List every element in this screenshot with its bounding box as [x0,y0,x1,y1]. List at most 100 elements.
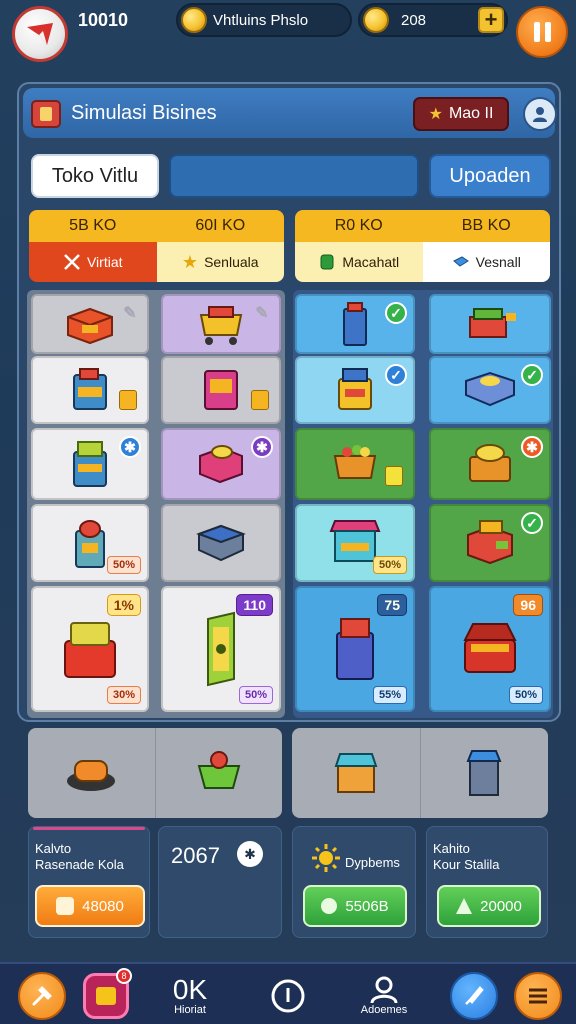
collect-button-1[interactable]: 48080 [35,885,145,927]
shop-item-kiosk[interactable]: 50% [31,504,149,582]
shelf-item-orange-button[interactable] [28,728,156,818]
check-icon: ✓ [385,364,407,386]
section-left-header: 5B KO 60I KO Virtiat ★ Senluala [29,210,284,282]
section-right-header: R0 KO BB KO Macahatl Vesnall [295,210,550,282]
stand-icon [73,441,107,487]
nav-item-history[interactable]: 0K Hioriat [164,970,216,1022]
awning-box-icon [334,753,378,793]
shop-item-stall[interactable]: ✓ [295,356,415,424]
mode-badge[interactable]: ★ Mao II [413,97,509,131]
filter-virtual[interactable]: Virtiat [29,242,157,282]
lock-icon: ✎ [255,305,269,322]
tab-upgrade[interactable]: Upoaden [429,154,551,198]
logo-button[interactable] [12,6,68,62]
shop-item-cashbox[interactable]: ✓ [429,504,551,582]
cashbox-icon [467,520,513,565]
brand-logo-icon [27,23,53,45]
stat-card-3-label: Dypbems [345,855,400,870]
stat-card-3: Dypbems 5506B [292,826,416,938]
cabinet-icon [73,368,107,410]
filter-vessel[interactable]: Vesnall [422,242,550,282]
section-left-price-1: 5B KO [69,217,117,234]
shop-item-box[interactable] [161,504,281,582]
corner-badge: 1% [106,594,141,616]
shop-item-treasure[interactable]: 96 50% [429,586,551,712]
currency-label: Vhtluins Phslo [213,11,309,29]
nav-item-info[interactable] [262,970,314,1022]
tree-icon [456,898,473,914]
shop-item-vending[interactable] [161,356,281,424]
currency-pill-1: Vhtluins Phslo [176,3,352,37]
shop-item-display[interactable]: ✓ [429,356,551,424]
box-icon [452,256,469,267]
collect-button-3-label: 5506B [345,897,389,915]
shop-item-blue-machine[interactable]: 75 55% [295,586,415,712]
info-icon [271,979,305,1013]
gear-icon[interactable]: ✱ [237,841,263,867]
upgrade-icon: ✱ [521,436,543,458]
tent-icon [469,444,511,482]
check-icon: ✓ [385,302,407,324]
section-left-price-2: 60I KO [195,217,246,234]
user-button[interactable] [523,97,557,131]
shelf-item-atm[interactable] [421,728,549,818]
discount-tag: 55% [372,686,407,704]
crossed-tools-icon [64,254,80,270]
shop-item-locker[interactable]: ✓ [295,294,415,354]
locker-icon [343,302,367,346]
pause-button[interactable] [516,6,568,58]
pause-icon-bar [544,22,551,42]
shop-item-register-pink[interactable]: ✱ [161,428,281,500]
shop-item-cash-register[interactable]: ✎ [31,294,149,354]
nav-item-shop[interactable]: 8 [80,968,132,1022]
price-tag-icon [251,390,269,410]
discount-tag: 50% [508,686,543,704]
search-input[interactable] [169,154,419,198]
add-coins-button[interactable]: + [478,7,504,33]
check-icon: ✓ [521,364,543,386]
filter-machine-label: Macahatl [342,254,400,270]
top-bar: 10010 Vhtluins Phslo 208 + [0,0,576,66]
stat-card-2: 2067 ✱ [158,826,282,938]
collect-button-4[interactable]: 20000 [437,885,541,927]
lock-icon: ✎ [123,305,137,322]
shop-item-chest[interactable]: 1% 30% [31,586,149,712]
shop-item-tent[interactable]: ✱ [429,428,551,500]
collect-button-3[interactable]: 5506B [303,885,407,927]
filter-machine[interactable]: Macahatl [295,242,423,282]
stat-card-1-label: Kalvto Rasenade Kola [35,841,124,873]
price-tag-icon [119,390,137,410]
shop-item-produce-cart[interactable] [295,428,415,500]
panel-header: Simulasi Bisines ★ Mao II [23,88,557,138]
stall-icon [338,368,372,410]
menu-icon [514,972,562,1020]
shop-item-cabinet[interactable] [31,356,149,424]
stat-card-4: Kahito Kour Stalila 20000 [426,826,548,938]
nav-item-profile-label: Adoemes [360,1004,408,1016]
nav-item-profile[interactable]: Adoemes [358,970,410,1022]
machine-icon [336,618,374,680]
shelf-item-green-basket[interactable] [156,728,283,818]
filter-vessel-label: Vesnall [475,254,521,270]
user-icon [533,107,547,122]
coin-value: 208 [401,11,427,29]
nav-item-menu[interactable] [512,970,564,1022]
shop-item-red-stall[interactable] [429,294,551,354]
tab-shop[interactable]: Toko Vitlu [31,154,159,198]
orange-pad-icon [67,760,116,791]
shop-item-cart[interactable]: ✎ [161,294,281,354]
shop-item-market-stand[interactable]: 50% [295,504,415,582]
shop-item-stand[interactable]: ✱ [31,428,149,500]
nav-item-hammer[interactable] [16,970,68,1022]
bottom-nav: 8 0K Hioriat Adoemes [0,962,576,1024]
stat-card-4-label-text: Kahito Kour Stalila [433,841,500,872]
shelf-item-awning-box[interactable] [292,728,421,818]
upgrade-icon: ✱ [119,436,141,458]
filter-star[interactable]: ★ Senluala [156,242,284,282]
notification-badge: 8 [116,968,132,984]
discount-tag: 50% [372,556,407,574]
corner-badge: 96 [513,594,543,616]
shop-icon [31,100,61,128]
shop-item-banknote[interactable]: 110 50% [161,586,281,712]
nav-item-rocket[interactable] [448,970,500,1022]
